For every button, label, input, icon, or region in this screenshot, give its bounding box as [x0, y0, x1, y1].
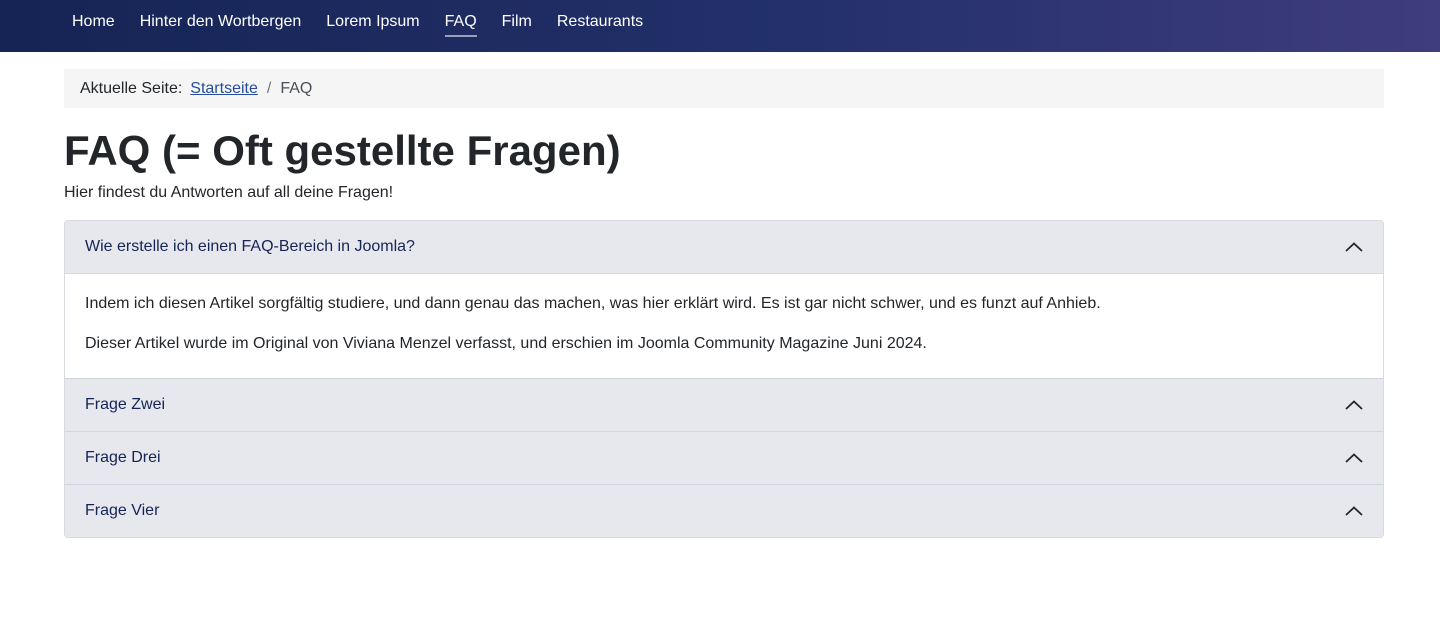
- breadcrumb: Aktuelle Seite: Startseite / FAQ: [64, 69, 1384, 108]
- accordion-header-4[interactable]: Frage Vier: [65, 485, 1383, 537]
- accordion-item: Frage Vier: [65, 484, 1383, 537]
- nav-item-faq[interactable]: FAQ: [444, 12, 477, 37]
- accordion-item: Frage Zwei: [65, 378, 1383, 431]
- nav-item-hinter-den-wortbergen[interactable]: Hinter den Wortbergen: [140, 12, 302, 35]
- accordion-body: Indem ich diesen Artikel sorgfältig stud…: [65, 273, 1383, 378]
- accordion-question: Frage Vier: [85, 502, 160, 519]
- answer-paragraph: Indem ich diesen Artikel sorgfältig stud…: [85, 295, 1101, 312]
- breadcrumb-current: FAQ: [280, 79, 313, 97]
- nav-item-lorem-ipsum[interactable]: Lorem Ipsum: [326, 12, 419, 35]
- main-navigation: Home Hinter den Wortbergen Lorem Ipsum F…: [0, 0, 1440, 52]
- nav-list: Home Hinter den Wortbergen Lorem Ipsum F…: [72, 12, 668, 37]
- accordion-item: Wie erstelle ich einen FAQ-Bereich in Jo…: [65, 221, 1383, 378]
- nav-item-restaurants[interactable]: Restaurants: [557, 12, 643, 35]
- nav-item-film[interactable]: Film: [502, 12, 532, 35]
- page-title: FAQ (= Oft gestellte Fragen): [64, 127, 621, 174]
- accordion-header-2[interactable]: Frage Zwei: [65, 379, 1383, 431]
- breadcrumb-label: Aktuelle Seite:: [80, 79, 183, 97]
- chevron-up-icon: [1345, 400, 1363, 410]
- chevron-up-icon: [1345, 453, 1363, 463]
- faq-accordion: Wie erstelle ich einen FAQ-Bereich in Jo…: [64, 220, 1384, 538]
- chevron-up-icon: [1345, 242, 1363, 252]
- accordion-question: Frage Zwei: [85, 396, 166, 413]
- breadcrumb-separator: /: [266, 79, 272, 97]
- nav-item-home[interactable]: Home: [72, 12, 115, 35]
- accordion-question: Frage Drei: [85, 449, 161, 466]
- chevron-up-icon: [1345, 506, 1363, 516]
- accordion-item: Frage Drei: [65, 431, 1383, 484]
- breadcrumb-home-link[interactable]: Startseite: [190, 80, 258, 98]
- accordion-header-3[interactable]: Frage Drei: [65, 432, 1383, 484]
- page-intro: Hier findest du Antworten auf all deine …: [64, 184, 394, 201]
- accordion-header-1[interactable]: Wie erstelle ich einen FAQ-Bereich in Jo…: [65, 221, 1383, 273]
- accordion-question: Wie erstelle ich einen FAQ-Bereich in Jo…: [85, 238, 415, 255]
- answer-paragraph: Dieser Artikel wurde im Original von Viv…: [85, 335, 927, 352]
